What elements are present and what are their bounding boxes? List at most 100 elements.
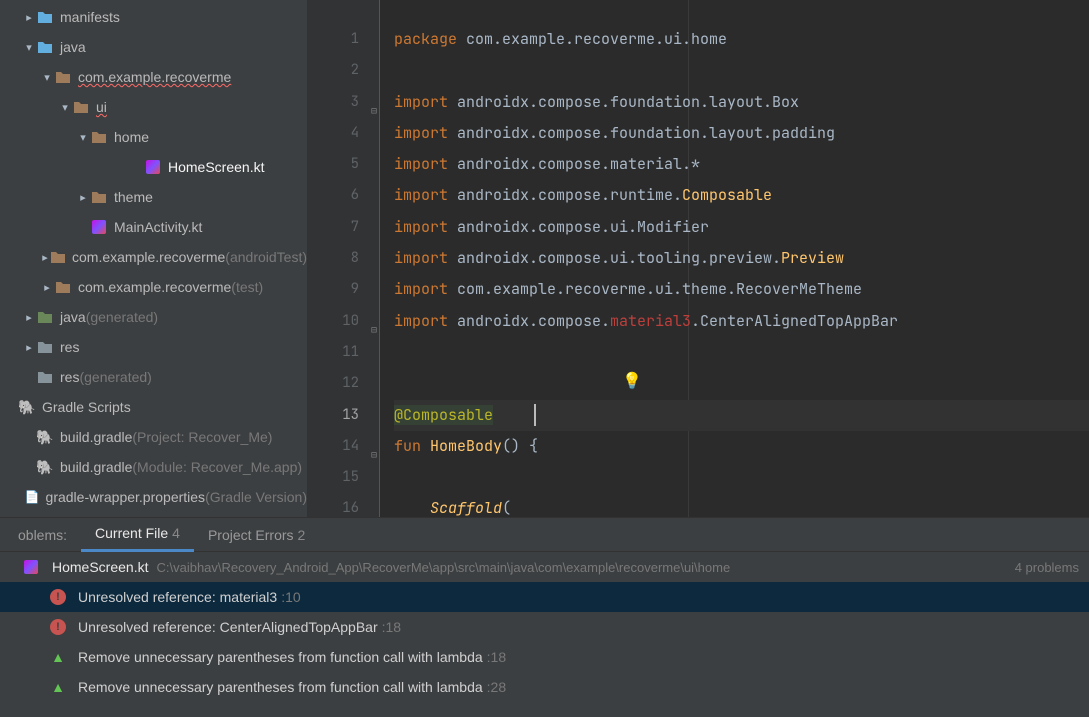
- tab-label: Project Errors: [208, 527, 294, 543]
- expand-arrow-icon[interactable]: [22, 11, 36, 24]
- line-number[interactable]: 10⊟: [308, 306, 379, 337]
- problem-count: 4 problems: [1015, 560, 1079, 575]
- tree-item[interactable]: java (generated): [0, 302, 307, 332]
- expand-arrow-icon[interactable]: [22, 41, 36, 54]
- code-line[interactable]: fun HomeBody() {: [394, 431, 1089, 462]
- gradle-icon: 🐘: [36, 428, 54, 446]
- line-number[interactable]: 8: [308, 243, 379, 274]
- problem-text: Remove unnecessary parentheses from func…: [78, 679, 483, 695]
- tree-item[interactable]: res (generated): [0, 362, 307, 392]
- line-number[interactable]: 4: [308, 118, 379, 149]
- tree-item[interactable]: java: [0, 32, 307, 62]
- code-body[interactable]: package com.example.recoverme.ui.home imp…: [380, 0, 1089, 517]
- code-line[interactable]: import androidx.compose.runtime.Composab…: [394, 180, 1089, 211]
- expand-arrow-icon[interactable]: [58, 101, 72, 114]
- tree-suffix: (generated): [79, 369, 151, 385]
- tree-item[interactable]: 🐘build.gradle (Project: Recover_Me): [0, 422, 307, 452]
- line-number[interactable]: 13: [308, 400, 379, 431]
- tree-label: com.example.recoverme: [78, 69, 231, 85]
- tree-item[interactable]: home: [0, 122, 307, 152]
- tab-current-file[interactable]: Current File 4: [81, 518, 194, 552]
- tree-item[interactable]: HomeScreen.kt: [0, 152, 307, 182]
- expand-arrow-icon[interactable]: [76, 191, 90, 204]
- line-number[interactable]: 12: [308, 368, 379, 399]
- tab-count: 2: [298, 527, 306, 543]
- problem-location: :10: [281, 589, 300, 605]
- code-line[interactable]: import androidx.compose.foundation.layou…: [394, 118, 1089, 149]
- code-line[interactable]: import androidx.compose.ui.tooling.previ…: [394, 243, 1089, 274]
- file-name: HomeScreen.kt: [52, 559, 148, 575]
- tree-item[interactable]: 🐘Gradle Scripts: [0, 392, 307, 422]
- line-number[interactable]: 6: [308, 180, 379, 211]
- problem-row[interactable]: !Unresolved reference: material3:10: [0, 582, 1089, 612]
- problem-text: Unresolved reference: CenterAlignedTopAp…: [78, 619, 378, 635]
- tab-problems[interactable]: oblems:: [4, 518, 81, 552]
- tree-item[interactable]: com.example.recoverme (test): [0, 272, 307, 302]
- line-number[interactable]: 2: [308, 55, 379, 86]
- line-number[interactable]: 1: [308, 24, 379, 55]
- line-number[interactable]: 3⊟: [308, 87, 379, 118]
- code-line[interactable]: [394, 337, 1089, 368]
- problem-row[interactable]: ! Unresolved reference: CenterAlignedTopA…: [0, 612, 1089, 642]
- code-line[interactable]: import androidx.compose.foundation.layou…: [394, 87, 1089, 118]
- tree-item[interactable]: com.example.recoverme (androidTest): [0, 242, 307, 272]
- tree-label: java: [60, 309, 86, 325]
- folder-brown-icon: [90, 188, 108, 206]
- code-line[interactable]: import androidx.compose.material3.Center…: [394, 306, 1089, 337]
- tree-label: theme: [114, 189, 153, 205]
- code-editor[interactable]: 123⊟45678910⊟11121314⊟1516 package com.e…: [308, 0, 1089, 517]
- code-line[interactable]: import androidx.compose.material.*: [394, 149, 1089, 180]
- problem-row[interactable]: ▲Remove unnecessary parentheses from fun…: [0, 642, 1089, 672]
- folder-brown-icon: [54, 68, 72, 86]
- gutter[interactable]: 123⊟45678910⊟11121314⊟1516: [308, 0, 380, 517]
- line-number[interactable]: 9: [308, 274, 379, 305]
- problems-panel: oblems: Current File 4 Project Errors 2 …: [0, 517, 1089, 717]
- expand-arrow-icon[interactable]: [40, 71, 54, 84]
- gradle-icon: 🐘: [18, 398, 36, 416]
- line-number[interactable]: 16: [308, 493, 379, 517]
- problem-location: :18: [487, 649, 506, 665]
- tab-project-errors[interactable]: Project Errors 2: [194, 518, 319, 552]
- folder-brown-icon: [72, 98, 90, 116]
- tree-item[interactable]: 🐘build.gradle (Module: Recover_Me.app): [0, 452, 307, 482]
- expand-arrow-icon[interactable]: [76, 131, 90, 144]
- tree-label: gradle-wrapper.properties: [46, 489, 206, 505]
- tree-item[interactable]: res: [0, 332, 307, 362]
- expand-arrow-icon[interactable]: [22, 341, 36, 354]
- code-line[interactable]: import com.example.recoverme.ui.theme.Re…: [394, 274, 1089, 305]
- tree-label: home: [114, 129, 149, 145]
- tree-suffix: (generated): [86, 309, 158, 325]
- code-line[interactable]: package com.example.recoverme.ui.home: [394, 24, 1089, 55]
- code-line[interactable]: Scaffold(: [394, 493, 1089, 517]
- tree-item[interactable]: theme: [0, 182, 307, 212]
- intention-bulb-icon[interactable]: 💡: [622, 365, 642, 396]
- tree-item[interactable]: manifests: [0, 2, 307, 32]
- warning-icon: ▲: [50, 679, 66, 695]
- tree-item[interactable]: ui: [0, 92, 307, 122]
- line-number[interactable]: 7: [308, 212, 379, 243]
- tree-label: ui: [96, 99, 107, 115]
- folder-icon: [36, 368, 54, 386]
- code-line[interactable]: @Composable: [394, 400, 1089, 431]
- line-number[interactable]: 15: [308, 462, 379, 493]
- expand-arrow-icon[interactable]: [40, 251, 50, 264]
- tree-label: java: [60, 39, 86, 55]
- line-number[interactable]: 5: [308, 149, 379, 180]
- problem-file-header[interactable]: HomeScreen.kt C:\vaibhav\Recovery_Androi…: [0, 552, 1089, 582]
- project-tree[interactable]: manifests java com.example.recoverme uihome…: [0, 0, 308, 517]
- tree-item[interactable]: 📄gradle-wrapper.properties (Gradle Versi…: [0, 482, 307, 512]
- line-number[interactable]: 11: [308, 337, 379, 368]
- expand-arrow-icon[interactable]: [40, 281, 54, 294]
- tree-suffix: (Module: Recover_Me.app): [132, 459, 302, 475]
- code-line[interactable]: [394, 55, 1089, 86]
- error-icon: !: [50, 619, 66, 635]
- line-number[interactable]: 14⊟: [308, 431, 379, 462]
- problem-row[interactable]: ▲ Remove unnecessary parentheses from fun…: [0, 672, 1089, 702]
- code-line[interactable]: import androidx.compose.ui.Modifier: [394, 212, 1089, 243]
- code-line[interactable]: 💡: [394, 368, 1089, 399]
- code-line[interactable]: [394, 462, 1089, 493]
- tree-item[interactable]: com.example.recoverme: [0, 62, 307, 92]
- tree-item[interactable]: MainActivity.kt: [0, 212, 307, 242]
- tree-label: com.example.recoverme: [72, 249, 225, 265]
- expand-arrow-icon[interactable]: [22, 311, 36, 324]
